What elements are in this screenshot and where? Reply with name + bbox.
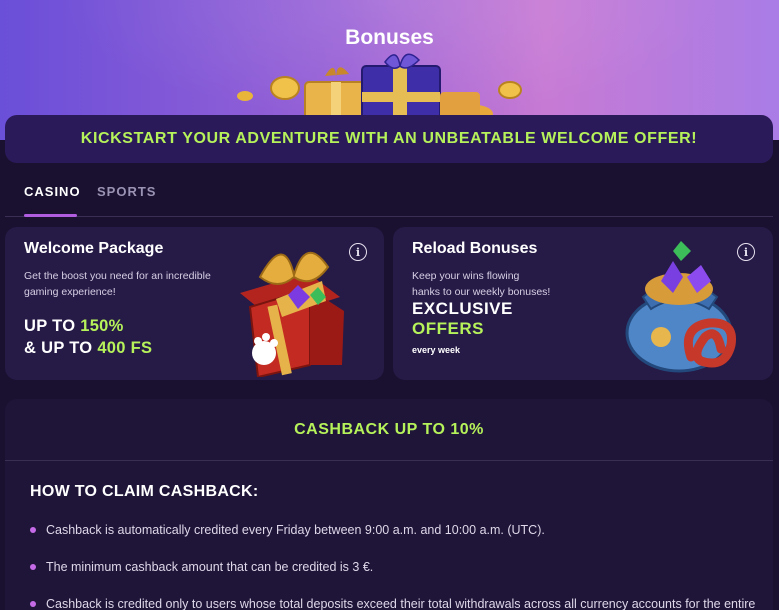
card-description-line1: Keep your wins flowing [412, 270, 520, 282]
gift-box-illustration [240, 251, 344, 377]
list-item: Cashback is credited only to users whose… [30, 597, 755, 610]
card-description-line2: hanks to our weekly bonuses! [412, 286, 551, 298]
offer-percent: UP TO 150% [24, 317, 124, 335]
card-title: Welcome Package [24, 240, 164, 257]
reload-bonuses-card[interactable]: Reload Bonuses Keep your wins flowing ha… [393, 227, 773, 380]
frequency-label: every week [412, 345, 461, 355]
offer-free-spins: & UP TO 400 FS [24, 339, 153, 357]
exclusive-label: EXCLUSIVE [412, 299, 513, 318]
tab-casino[interactable]: CASINO [24, 184, 81, 199]
treasure-bag-illustration [625, 241, 737, 373]
bullet-icon [30, 600, 36, 607]
offers-label: OFFERS [412, 319, 484, 338]
list-item: The minimum cashback amount that can be … [30, 560, 373, 574]
info-icon[interactable]: i [349, 243, 367, 261]
page-title: Bonuses [345, 26, 434, 49]
active-tab-indicator [24, 214, 77, 217]
card-description: Get the boost you need for an incredible… [24, 270, 211, 298]
card-title: Reload Bonuses [412, 240, 538, 257]
bullet-icon [30, 563, 36, 570]
list-item: Cashback is automatically credited every… [30, 523, 545, 537]
welcome-offer-banner: KICKSTART YOUR ADVENTURE WITH AN UNBEATA… [5, 115, 773, 163]
cashback-heading: CASHBACK UP TO 10% [5, 399, 773, 461]
welcome-package-card[interactable]: Welcome Package Get the boost you need f… [5, 227, 384, 380]
how-to-claim-title: HOW TO CLAIM CASHBACK: [30, 483, 259, 500]
category-tabs: CASINO SPORTS [5, 170, 773, 217]
tab-sports[interactable]: SPORTS [97, 184, 156, 199]
cashback-section: CASHBACK UP TO 10% HOW TO CLAIM CASHBACK… [5, 399, 773, 610]
bullet-icon [30, 526, 36, 533]
